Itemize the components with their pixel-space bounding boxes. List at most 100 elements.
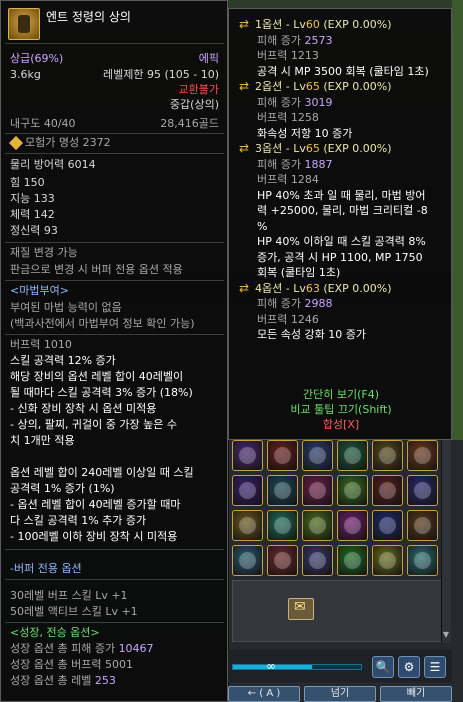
synthesis-link[interactable]: 합성[X] [229, 417, 453, 432]
list-icon[interactable]: ☰ [424, 656, 446, 678]
option-effect: 화속성 저항 10 증가 [257, 126, 353, 140]
skill-effect-line: - 옵션 레벨 합이 40레벨 증가할 때마 [10, 498, 181, 511]
option-effect: 공격 시 MP 3500 회복 (쿨타임 1초) [257, 64, 429, 78]
scroll-down-icon[interactable]: ▼ [441, 628, 451, 642]
inventory-slot[interactable] [302, 510, 333, 541]
simple-view-shortcut[interactable]: 간단히 보기(F4) [229, 387, 453, 402]
gear-icon[interactable]: ⚙ [398, 656, 420, 678]
option-damage: 피해 증가 3019 [257, 95, 333, 109]
option-effect: 증가, 공격 시 HP 1100, MP 1750 [257, 250, 423, 264]
option-title: 3옵션 - Lv65 (EXP 0.00%) [255, 142, 392, 155]
divider [5, 549, 224, 550]
skill-effect-line: 해당 장비의 옵션 레벨 합이 40레벨이 [10, 370, 184, 383]
divider [5, 622, 224, 623]
magic-seal-line: (백과사전에서 마법부여 정보 확인 가능) [10, 317, 195, 330]
option-effect: 력 +25000, 물리, 마법 크리티컬 -8 [257, 204, 428, 217]
move-button[interactable]: ← ( A ) [228, 686, 300, 702]
option-buff: 버프력 1246 [257, 312, 319, 326]
option-buff: 버프력 1258 [257, 111, 319, 124]
option-footer: 간단히 보기(F4) 비교 툴팁 끄기(Shift) 합성[X] [229, 387, 453, 432]
inventory-slot[interactable] [372, 475, 403, 506]
inventory-slot[interactable] [372, 510, 403, 541]
inventory-slot[interactable] [372, 545, 403, 576]
adventurer-icon [8, 135, 24, 151]
divider [5, 153, 224, 154]
option-effect: 모든 속성 강화 10 증가 [257, 328, 366, 341]
inventory-slot[interactable] [337, 440, 368, 471]
option-swap-icon: ⇄ [239, 17, 250, 31]
option-damage: 피해 증가 2573 [257, 33, 333, 47]
inventory-slot[interactable] [232, 510, 263, 541]
inventory-slot[interactable] [337, 510, 368, 541]
inventory-slot[interactable] [407, 510, 438, 541]
divider [5, 242, 224, 243]
growth-buff: 성장 옵션 총 버프력 5001 [10, 658, 133, 671]
magic-seal-line: 부여된 마법 능력이 없음 [10, 301, 122, 314]
material-line: 판금으로 변경 시 버퍼 전용 옵션 적용 [10, 263, 183, 276]
inventory-slot[interactable] [232, 475, 263, 506]
skill-effect-line: - 상의, 팔찌, 귀걸이 중 가장 높은 수 [10, 418, 177, 431]
adventurer-fame: 모험가 명성 2372 [25, 136, 111, 149]
option-swap-icon: ⇄ [239, 141, 250, 155]
inventory-slot[interactable] [232, 545, 263, 576]
durability: 내구도 40/40 [10, 117, 76, 130]
skill-effect-line: 될 때마다 스킬 공격력 3% 증가 (18%) [10, 386, 193, 399]
option-effect: % [257, 219, 268, 233]
item-title: 엔트 정령의 상의 [46, 10, 131, 24]
option-swap-icon: ⇄ [239, 280, 250, 295]
stat-line: 정신력 93 [10, 224, 58, 237]
skill-effect-line: 다 스킬 공격력 1% 추가 증가 [10, 514, 147, 527]
level-requirement: 레벨제한 95 (105 - 10) [102, 68, 219, 81]
inventory-slot[interactable] [267, 510, 298, 541]
item-weight: 3.6kg [10, 68, 41, 81]
growth-level: 성장 옵션 총 레벨 253 [10, 674, 116, 687]
inventory-slot[interactable] [337, 545, 368, 576]
inventory-slot[interactable] [337, 475, 368, 506]
inventory-slot[interactable] [407, 440, 438, 471]
divider [5, 133, 224, 134]
growth-damage: 성장 옵션 총 피해 증가 10467 [10, 642, 154, 655]
inventory-slot[interactable] [302, 475, 333, 506]
stat-line: 지능 133 [10, 192, 55, 205]
skill-effect-line: 스킬 공격력 12% 증가 [10, 354, 116, 367]
divider [5, 334, 224, 335]
inventory-slot[interactable] [302, 440, 333, 471]
option-tooltip: ⇄ 1옵션 - Lv60 (EXP 0.00%) 피해 증가 2573 버프력 121… [228, 8, 452, 440]
buffer-line: 50레벨 액티브 스킬 Lv +1 [10, 605, 138, 618]
inventory-slot[interactable] [372, 440, 403, 471]
inventory-slot[interactable] [232, 440, 263, 471]
search-icon[interactable]: 🔍 [372, 656, 394, 678]
divider [5, 579, 224, 580]
inventory-slot[interactable] [267, 545, 298, 576]
infinity-label: ∞ [266, 659, 276, 673]
compare-tooltip-toggle[interactable]: 비교 툴팁 끄기(Shift) [229, 402, 453, 417]
inventory-slot[interactable] [267, 440, 298, 471]
inventory-slot[interactable] [407, 545, 438, 576]
fatigue-progress-bar [232, 664, 362, 670]
stat-line: 힘 150 [10, 176, 45, 189]
inventory-scrollbar[interactable] [441, 440, 451, 643]
inventory-footer-buttons: ← ( A ) 넘기 빼기 [228, 686, 452, 702]
option-damage: 피해 증가 2988 [257, 297, 333, 310]
pass-button[interactable]: 넘기 [304, 686, 376, 702]
inventory-grid [232, 440, 442, 576]
skill-effect-line: 옵션 레벨 합이 240레벨 이상일 때 스킬 [10, 466, 194, 479]
skill-effect-line: 공격력 1% 증가 (1%) [10, 482, 115, 495]
remove-button[interactable]: 빼기 [380, 686, 452, 702]
option-effect: 회복 (쿨타임 1초) [257, 266, 341, 279]
inventory-slot[interactable] [302, 545, 333, 576]
item-icon [8, 8, 40, 40]
option-buff: 버프력 1213 [257, 49, 319, 62]
stat-line: 체력 142 [10, 208, 55, 221]
option-effect: HP 40% 이하일 때 스킬 공격력 8% [257, 235, 426, 248]
divider [5, 280, 224, 281]
inventory-slot[interactable] [407, 475, 438, 506]
trade-status: 교환불가 [178, 83, 219, 96]
inventory-slot[interactable] [267, 475, 298, 506]
mail-icon[interactable] [288, 598, 314, 620]
option-title: 4옵션 - Lv63 (EXP 0.00%) [255, 281, 392, 295]
inventory-empty-area [232, 580, 442, 642]
buff-power: 버프력 1010 [10, 338, 72, 351]
skill-effect-line: - 신화 장비 장착 시 옵션 미적용 [10, 402, 157, 415]
item-price: 28,416골드 [160, 117, 219, 130]
